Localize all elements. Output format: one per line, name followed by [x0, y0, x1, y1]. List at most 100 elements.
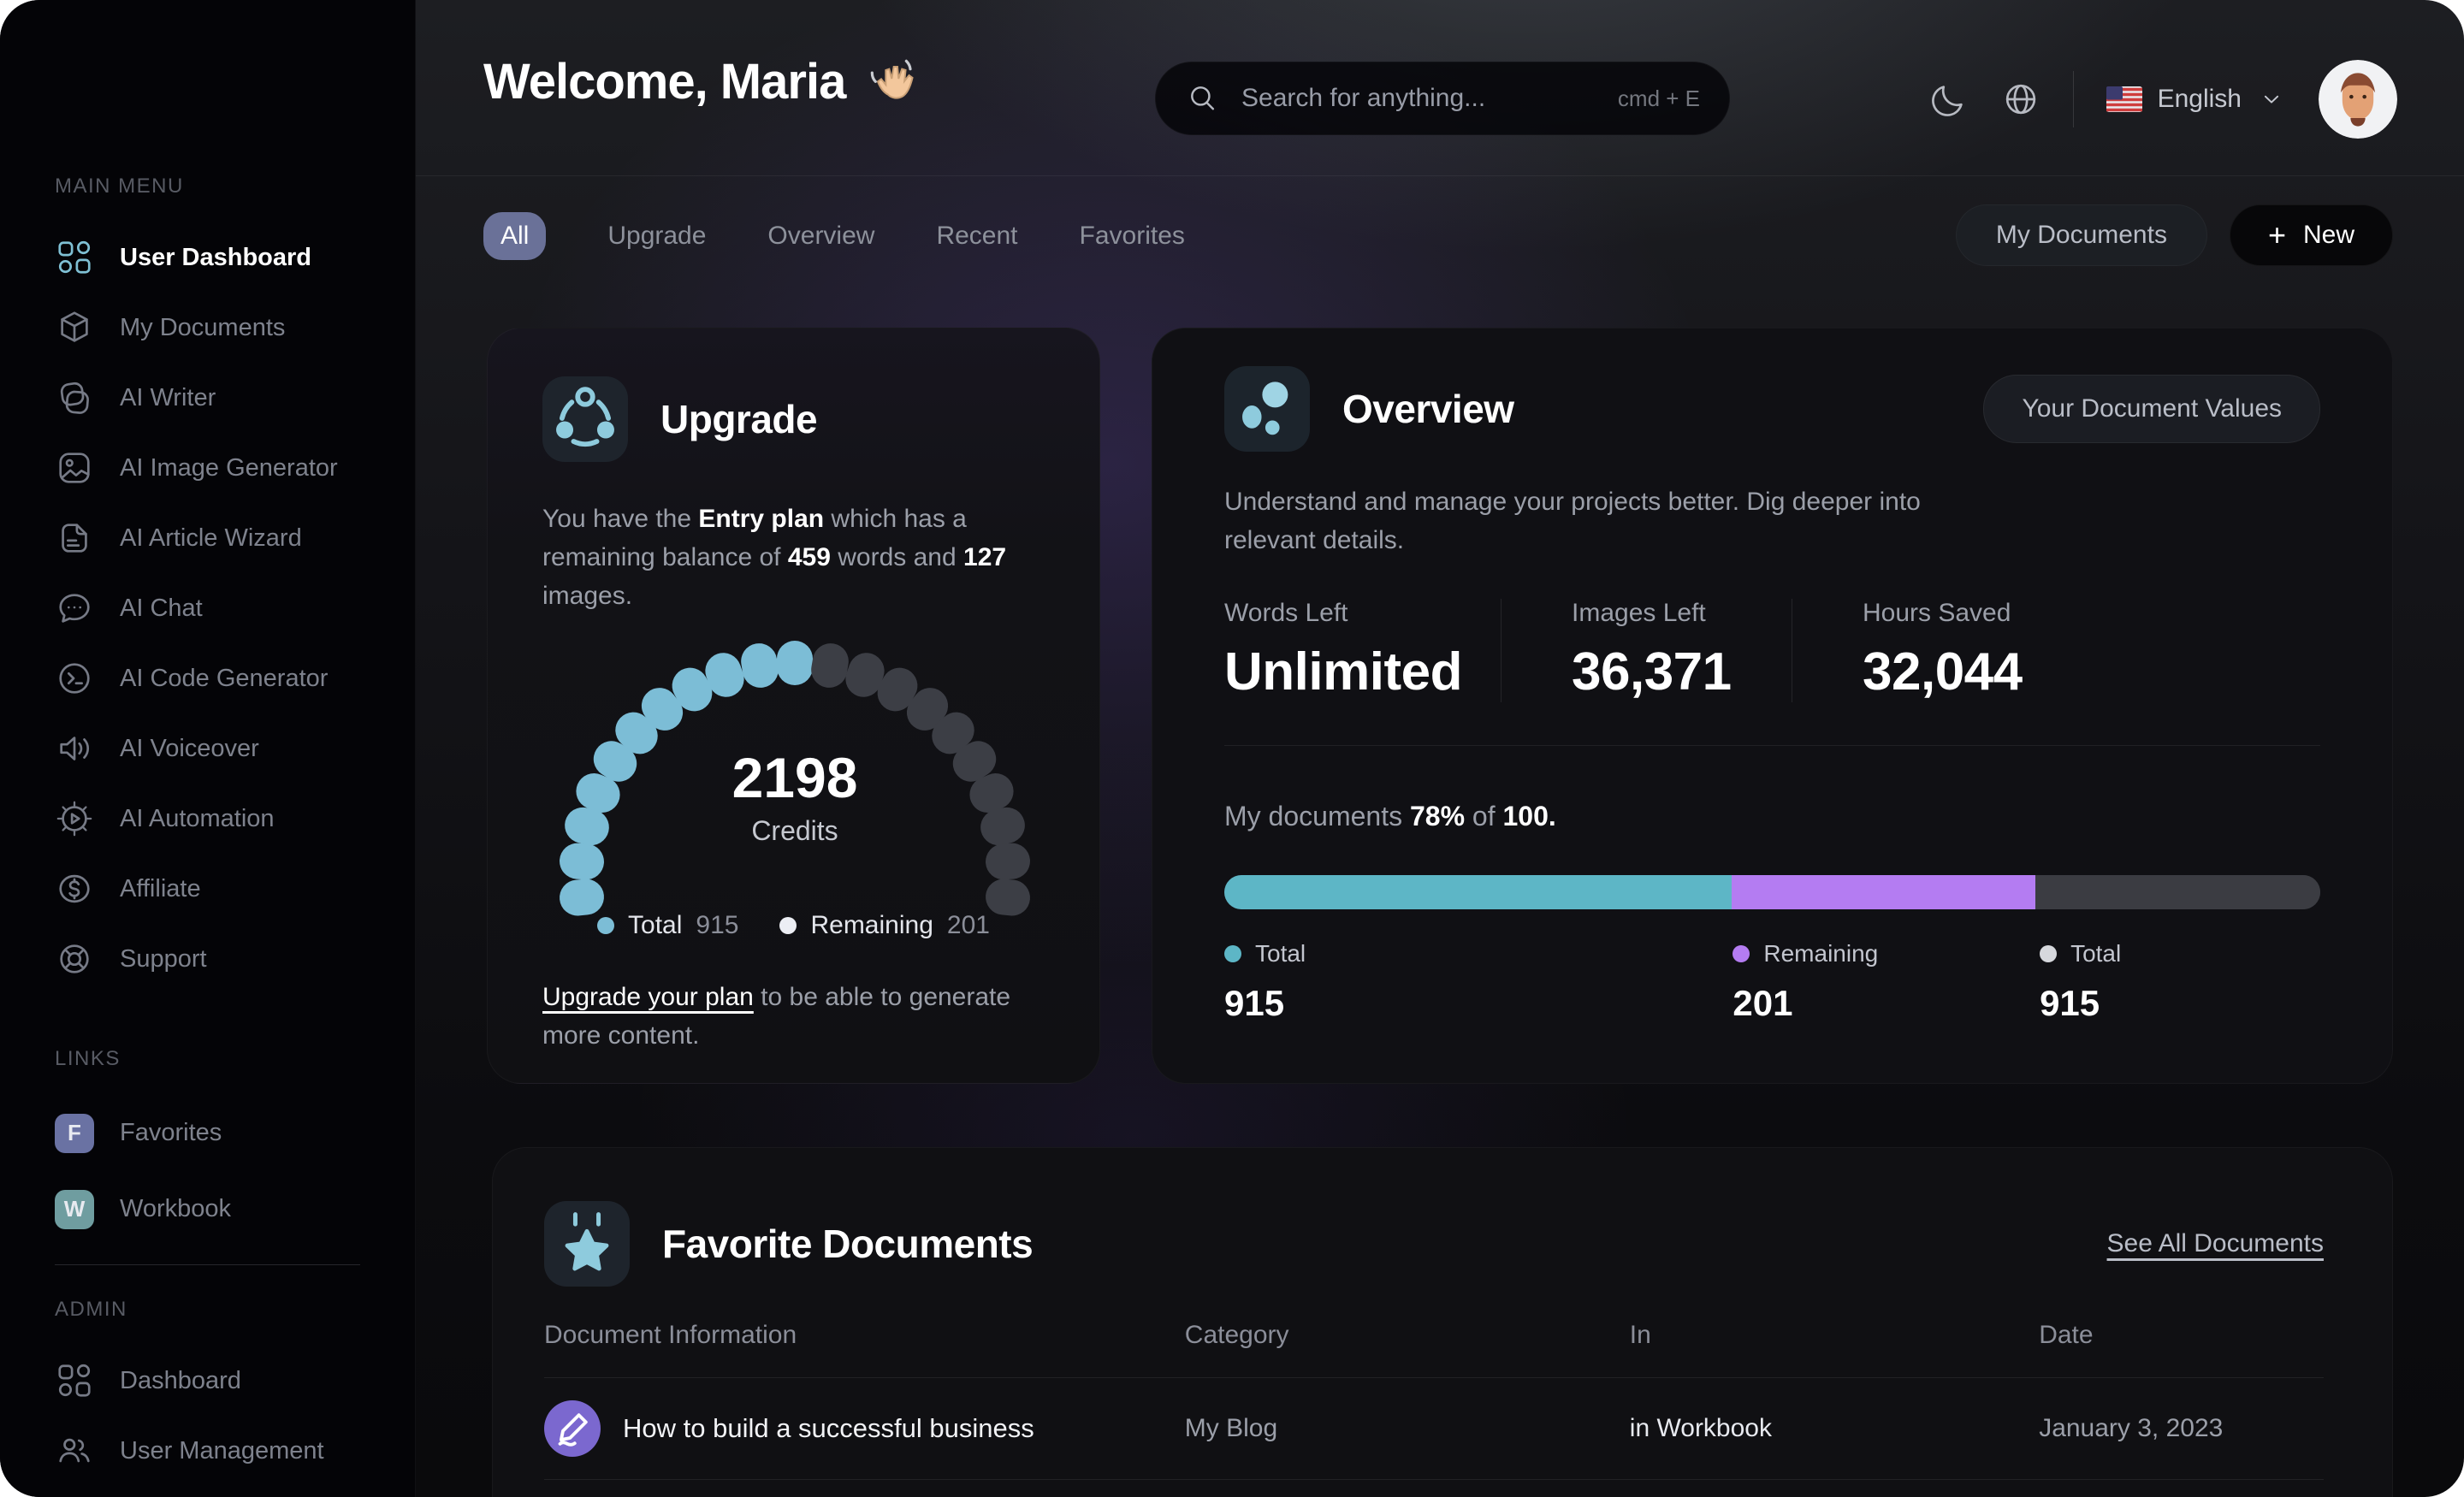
legend-dot	[597, 917, 614, 934]
sidebar-item-support[interactable]: Support	[55, 924, 415, 994]
sidebar-item-ai-voiceover[interactable]: AI Voiceover	[55, 713, 415, 784]
language-selector[interactable]: English	[2106, 85, 2286, 114]
stat-label: Images Left	[1572, 599, 1792, 628]
tab-favorites[interactable]: Favorites	[1080, 222, 1185, 251]
tab-recent[interactable]: Recent	[936, 222, 1017, 251]
images-balance: 127	[963, 543, 1006, 571]
sidebar-item-ai-code-generator[interactable]: AI Code Generator	[55, 643, 415, 713]
tab-upgrade[interactable]: Upgrade	[607, 222, 706, 251]
upgrade-share-icon	[542, 376, 628, 462]
column-date: Date	[2039, 1321, 2324, 1350]
my-documents-button[interactable]: My Documents	[1956, 204, 2207, 266]
overview-card: Overview Your Document Values Understand…	[1152, 328, 2393, 1084]
overview-dots-icon	[1224, 366, 1310, 452]
overview-card-header: Overview Your Document Values	[1224, 366, 2320, 452]
chevron-down-icon	[2257, 85, 2286, 114]
sidebar-item-ai-article-wizard[interactable]: AI Article Wizard	[55, 503, 415, 573]
gauge-dot	[777, 641, 813, 685]
overview-card-title: Overview	[1342, 386, 1514, 432]
sidebar-item-user-management[interactable]: User Management	[55, 1416, 415, 1486]
credits-gauge: 2198 Credits	[542, 641, 1047, 932]
sidebar-item-label: AI Image Generator	[120, 454, 338, 482]
sidebar-item-favorites[interactable]: F Favorites	[55, 1095, 415, 1171]
sidebar-item-user-dashboard[interactable]: User Dashboard	[55, 222, 415, 293]
sidebar-item-label: User Management	[120, 1437, 324, 1465]
legend-label: Remaining	[1763, 940, 1878, 967]
search-input[interactable]	[1240, 83, 1599, 114]
upgrade-footer: Upgrade your plan to be able to generate…	[542, 978, 1045, 1055]
favorite-documents-card: Favorite Documents See All Documents Doc…	[492, 1147, 2393, 1497]
sidebar-section-main-menu: MAIN MENU	[55, 175, 415, 198]
progress-total: 100.	[1502, 801, 1555, 831]
sidebar-item-label: AI Chat	[120, 595, 203, 623]
progress-segment	[1732, 875, 2035, 909]
sidebar-section-admin: ADMIN	[55, 1298, 415, 1322]
sidebar-item-partial[interactable]	[55, 1486, 415, 1497]
progress-segment	[2035, 875, 2320, 909]
document-location: in Workbook	[1630, 1414, 2039, 1443]
sidebar-item-label: AI Article Wizard	[120, 524, 302, 553]
image-icon	[55, 448, 94, 488]
legend-label: Total	[2070, 940, 2121, 967]
sidebar-item-label: AI Code Generator	[120, 665, 328, 693]
legend-label: Remaining	[810, 911, 933, 940]
upgrade-card-header: Upgrade	[542, 376, 1045, 462]
filter-tabs: All Upgrade Overview Recent Favorites	[483, 211, 1185, 261]
sidebar-item-label: Favorites	[120, 1119, 222, 1147]
legend-label: Total	[628, 911, 682, 940]
see-all-documents-link[interactable]: See All Documents	[2107, 1229, 2324, 1258]
tab-all[interactable]: All	[483, 212, 546, 260]
upgrade-card-title: Upgrade	[660, 396, 817, 442]
document-values-button[interactable]: Your Document Values	[1983, 375, 2320, 443]
legend-dot	[779, 917, 797, 934]
body-text: images.	[542, 582, 632, 610]
legend-item-total: Total 915	[597, 911, 738, 940]
table-row[interactable]: How to build a successful business My Bl…	[544, 1378, 2324, 1480]
global-search[interactable]: cmd + E	[1155, 62, 1730, 135]
sidebar-item-admin-dashboard[interactable]: Dashboard	[55, 1346, 415, 1416]
globe-icon[interactable]	[2001, 80, 2040, 119]
sidebar-item-ai-writer[interactable]: AI Writer	[55, 363, 415, 433]
stat-words-left: Words Left Unlimited	[1224, 599, 1501, 702]
sidebar-item-workbook[interactable]: W Workbook	[55, 1171, 415, 1247]
upgrade-plan-link[interactable]: Upgrade your plan	[542, 983, 754, 1011]
sidebar-item-affiliate[interactable]: Affiliate	[55, 854, 415, 924]
sidebar-item-my-documents[interactable]: My Documents	[55, 293, 415, 363]
new-button[interactable]: + New	[2230, 204, 2393, 266]
document-category: My Blog	[1185, 1414, 1630, 1443]
overview-divider	[1224, 745, 2320, 746]
new-button-label: New	[2303, 221, 2354, 250]
sidebar-section-links: LINKS	[55, 1047, 415, 1071]
sidebar-item-label: Workbook	[120, 1195, 231, 1223]
header-rule	[416, 175, 2464, 176]
search-icon	[1185, 80, 1221, 116]
gauge-dot	[558, 843, 605, 882]
sidebar-item-ai-image-generator[interactable]: AI Image Generator	[55, 433, 415, 503]
credits-legend: Total 915 Remaining 201	[542, 911, 1045, 940]
column-category: Category	[1185, 1321, 1630, 1350]
tab-overview[interactable]: Overview	[767, 222, 874, 251]
legend-label: Total	[1255, 940, 1306, 967]
progress-percent: 78%	[1410, 801, 1465, 831]
legend-col-total-2: Total 915	[2040, 940, 2121, 1024]
column-in: In	[1630, 1321, 2039, 1350]
table-header: Document Information Category In Date	[544, 1321, 2324, 1378]
users-icon	[55, 1431, 94, 1470]
avatar[interactable]	[2319, 60, 2397, 139]
dollar-icon	[55, 869, 94, 908]
document-date: January 3, 2023	[2039, 1414, 2324, 1443]
dark-mode-icon[interactable]	[1929, 80, 1969, 119]
sidebar-item-ai-automation[interactable]: AI Automation	[55, 784, 415, 854]
sidebar-item-ai-chat[interactable]: AI Chat	[55, 573, 415, 643]
sidebar-main-items: User Dashboard My Documents AI Writer AI…	[55, 222, 415, 994]
us-flag-icon	[2106, 86, 2142, 112]
automation-icon	[55, 799, 94, 838]
sidebar-item-label: User Dashboard	[120, 244, 311, 272]
sidebar-item-label: AI Voiceover	[120, 735, 259, 763]
legend-value: 915	[696, 911, 738, 940]
legend-col-total: Total 915	[1224, 940, 1306, 1024]
progress-text: My documents	[1224, 801, 1410, 831]
sidebar-item-label: My Documents	[120, 314, 285, 342]
code-icon	[55, 659, 94, 698]
cube-icon	[55, 308, 94, 347]
